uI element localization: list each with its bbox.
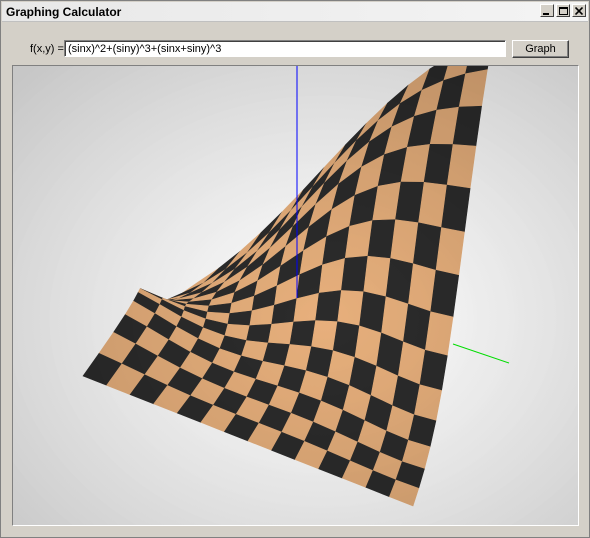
surface-tile bbox=[430, 269, 460, 318]
graph-button[interactable]: Graph bbox=[512, 40, 569, 58]
surface-tile bbox=[315, 290, 342, 323]
surface-mesh bbox=[82, 66, 489, 507]
minimize-icon[interactable] bbox=[540, 4, 554, 17]
formula-input[interactable] bbox=[64, 40, 506, 57]
graph-viewport[interactable] bbox=[12, 65, 579, 526]
surface-tile bbox=[337, 290, 365, 327]
close-icon[interactable] bbox=[572, 4, 586, 17]
window-controls bbox=[540, 4, 586, 17]
title-bar[interactable]: Graphing Calculator bbox=[2, 2, 588, 22]
surface-tile bbox=[246, 323, 273, 344]
formula-label: f(x,y) = bbox=[30, 43, 64, 55]
maximize-icon[interactable] bbox=[556, 4, 570, 17]
window-title: Graphing Calculator bbox=[6, 5, 122, 19]
graphing-calculator-window: Graphing Calculator f(x,y) = Graph bbox=[0, 0, 590, 538]
surface-plot bbox=[13, 66, 578, 525]
surface-tile bbox=[341, 255, 369, 293]
surface-tile bbox=[227, 310, 253, 326]
surface-tile bbox=[267, 321, 295, 345]
surface-tile bbox=[289, 320, 316, 348]
x-axis-line bbox=[452, 343, 510, 364]
